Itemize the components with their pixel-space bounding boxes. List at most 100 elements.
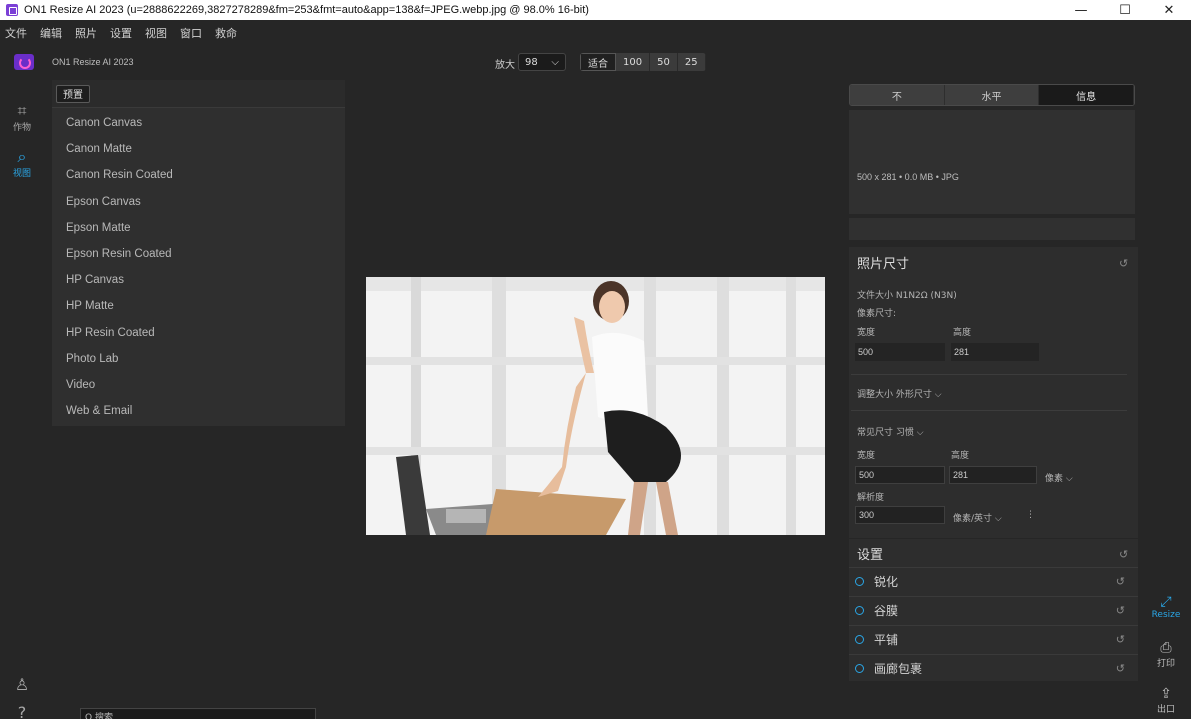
magnifier-icon: ⌕ [17,147,27,166]
menu-file[interactable]: 文件 [5,25,27,41]
menu-view[interactable]: 视图 [145,25,167,41]
title-bar: ON1 Resize AI 2023 (u=2888622269,3827278… [0,0,1191,20]
menu-settings[interactable]: 设置 [110,25,132,41]
menu-window[interactable]: 窗口 [180,25,202,41]
zoom-25-button[interactable]: 25 [678,53,706,71]
presets-button[interactable]: 预置 [56,84,90,103]
preset-item[interactable]: Photo Lab [52,346,345,372]
preset-item[interactable]: Canon Canvas [52,110,345,136]
preset-item[interactable]: Web & Email [52,398,345,424]
view-tool-label: 视图 [12,169,31,179]
photo-preview[interactable] [366,277,825,535]
reset-icon[interactable]: ↺ [1116,662,1125,675]
preset-list: Canon Canvas Canon Matte Canon Resin Coa… [52,108,345,424]
width-label: 宽度 [857,328,876,338]
preset-header: 预置 [52,80,345,108]
photo-image [366,277,825,535]
search-input[interactable]: Q 搜索 [80,708,316,719]
crop-tool[interactable]: ⌗ 作物 [8,102,36,134]
preset-item[interactable]: HP Resin Coated [52,320,345,346]
preset-item[interactable]: HP Canvas [52,267,345,293]
preset-item[interactable]: Epson Matte [52,215,345,241]
pixel-width-field: 500 [855,343,945,361]
print-module-button[interactable]: ⎙ 打印 [1146,640,1186,669]
file-size-label: 文件大小 N1N2Ω (N3N) [857,291,957,301]
reset-icon[interactable]: ↺ [1119,257,1128,270]
menu-photo[interactable]: 照片 [75,25,97,41]
menu-edit[interactable]: 编辑 [40,25,62,41]
preset-item[interactable]: Canon Resin Coated [52,162,345,188]
setting-film-grain[interactable]: 谷膜 ↺ [849,596,1138,624]
menu-help[interactable]: 救命 [215,25,237,41]
tab-info[interactable]: 信息 [1039,85,1134,105]
zoom-presets: 适合 100 50 25 [580,53,706,71]
resize-to-select[interactable]: 调整大小 外形尺寸 ⌵ [857,387,942,400]
export-icon: ⇪ [1160,686,1172,702]
menu-bar: 文件 编辑 照片 设置 视图 窗口 救命 [0,23,245,43]
setting-label: 谷膜 [874,604,899,618]
preset-item[interactable]: Epson Resin Coated [52,241,345,267]
reset-icon[interactable]: ↺ [1116,575,1125,588]
resolution-input[interactable]: 300 [855,506,945,524]
export-module-label: 出口 [1156,705,1175,715]
setting-label: 锐化 [874,575,899,589]
app-logo-icon [14,54,34,70]
close-button[interactable]: ✕ [1147,0,1191,20]
reset-icon[interactable]: ↺ [1116,604,1125,617]
divider [851,410,1127,411]
zoom-label: 放大 [495,60,515,71]
help-button[interactable]: ? [8,704,36,719]
zoom-fit-button[interactable]: 适合 [580,53,616,71]
toggle-circle-icon[interactable] [855,606,864,615]
preset-item[interactable]: Canon Matte [52,136,345,162]
zoom-select[interactable]: 98 ⌵ [518,53,566,71]
zoom-50-button[interactable]: 50 [650,53,678,71]
resolution-unit-select[interactable]: 像素/英寸 ⌵ [953,511,1002,524]
unit-select[interactable]: 像素 ⌵ [1045,471,1073,484]
chevron-down-icon: ⌵ [551,56,559,68]
crop-tool-label: 作物 [12,123,31,133]
setting-gallery-wrap[interactable]: 画廊包裹 ↺ [849,654,1138,682]
resize-ai-icon: ⤢ [1160,594,1172,610]
pixel-dims-label: 像素尺寸: [857,309,897,319]
settings-title: 设置 [857,548,884,563]
setting-label: 画廊包裹 [874,662,923,676]
view-mode-tabs: 不 水平 信息 [849,84,1135,106]
tab-none[interactable]: 不 [850,85,945,105]
info-panel [849,110,1135,214]
help-icon: ? [17,703,27,719]
reset-icon[interactable]: ↺ [1119,548,1128,561]
window-title: ON1 Resize AI 2023 (u=2888622269,3827278… [24,4,589,16]
preset-item[interactable]: Video [52,372,345,398]
toggle-circle-icon[interactable] [855,577,864,586]
maximize-button[interactable]: ☐ [1103,0,1147,20]
reset-icon[interactable]: ↺ [1116,633,1125,646]
preset-item[interactable]: Epson Canvas [52,189,345,215]
account-button[interactable]: ♙ [8,676,36,694]
tab-horizontal[interactable]: 水平 [944,85,1040,105]
preset-item[interactable]: HP Matte [52,293,345,319]
zoom-100-button[interactable]: 100 [616,53,651,71]
setting-tiling[interactable]: 平铺 ↺ [849,625,1138,653]
setting-sharpen[interactable]: 锐化 ↺ [849,567,1138,595]
app-icon [6,4,18,16]
photo-size-title: 照片尺寸 [857,257,910,272]
height-label: 高度 [953,328,972,338]
doc-width-label: 宽度 [857,451,876,461]
minimize-button[interactable]: — [1059,0,1103,20]
user-icon: ♙ [14,675,30,694]
export-module-button[interactable]: ⇪ 出口 [1146,686,1186,715]
document-size-select[interactable]: 常见尺寸 习惯 ⌵ [857,425,924,438]
resize-module-label: Resize [1151,610,1181,620]
info-footer [849,218,1135,240]
divider [851,374,1127,375]
view-tool[interactable]: ⌕ 视图 [8,147,36,180]
toggle-circle-icon[interactable] [855,635,864,644]
setting-label: 平铺 [874,633,899,647]
resize-module-button[interactable]: ⤢ Resize [1146,594,1186,620]
more-options-icon[interactable]: ⋮ [1026,510,1035,520]
app-name: ON1 Resize AI 2023 [52,57,134,67]
height-input[interactable]: 281 [949,466,1037,484]
toggle-circle-icon[interactable] [855,664,864,673]
width-input[interactable]: 500 [855,466,945,484]
